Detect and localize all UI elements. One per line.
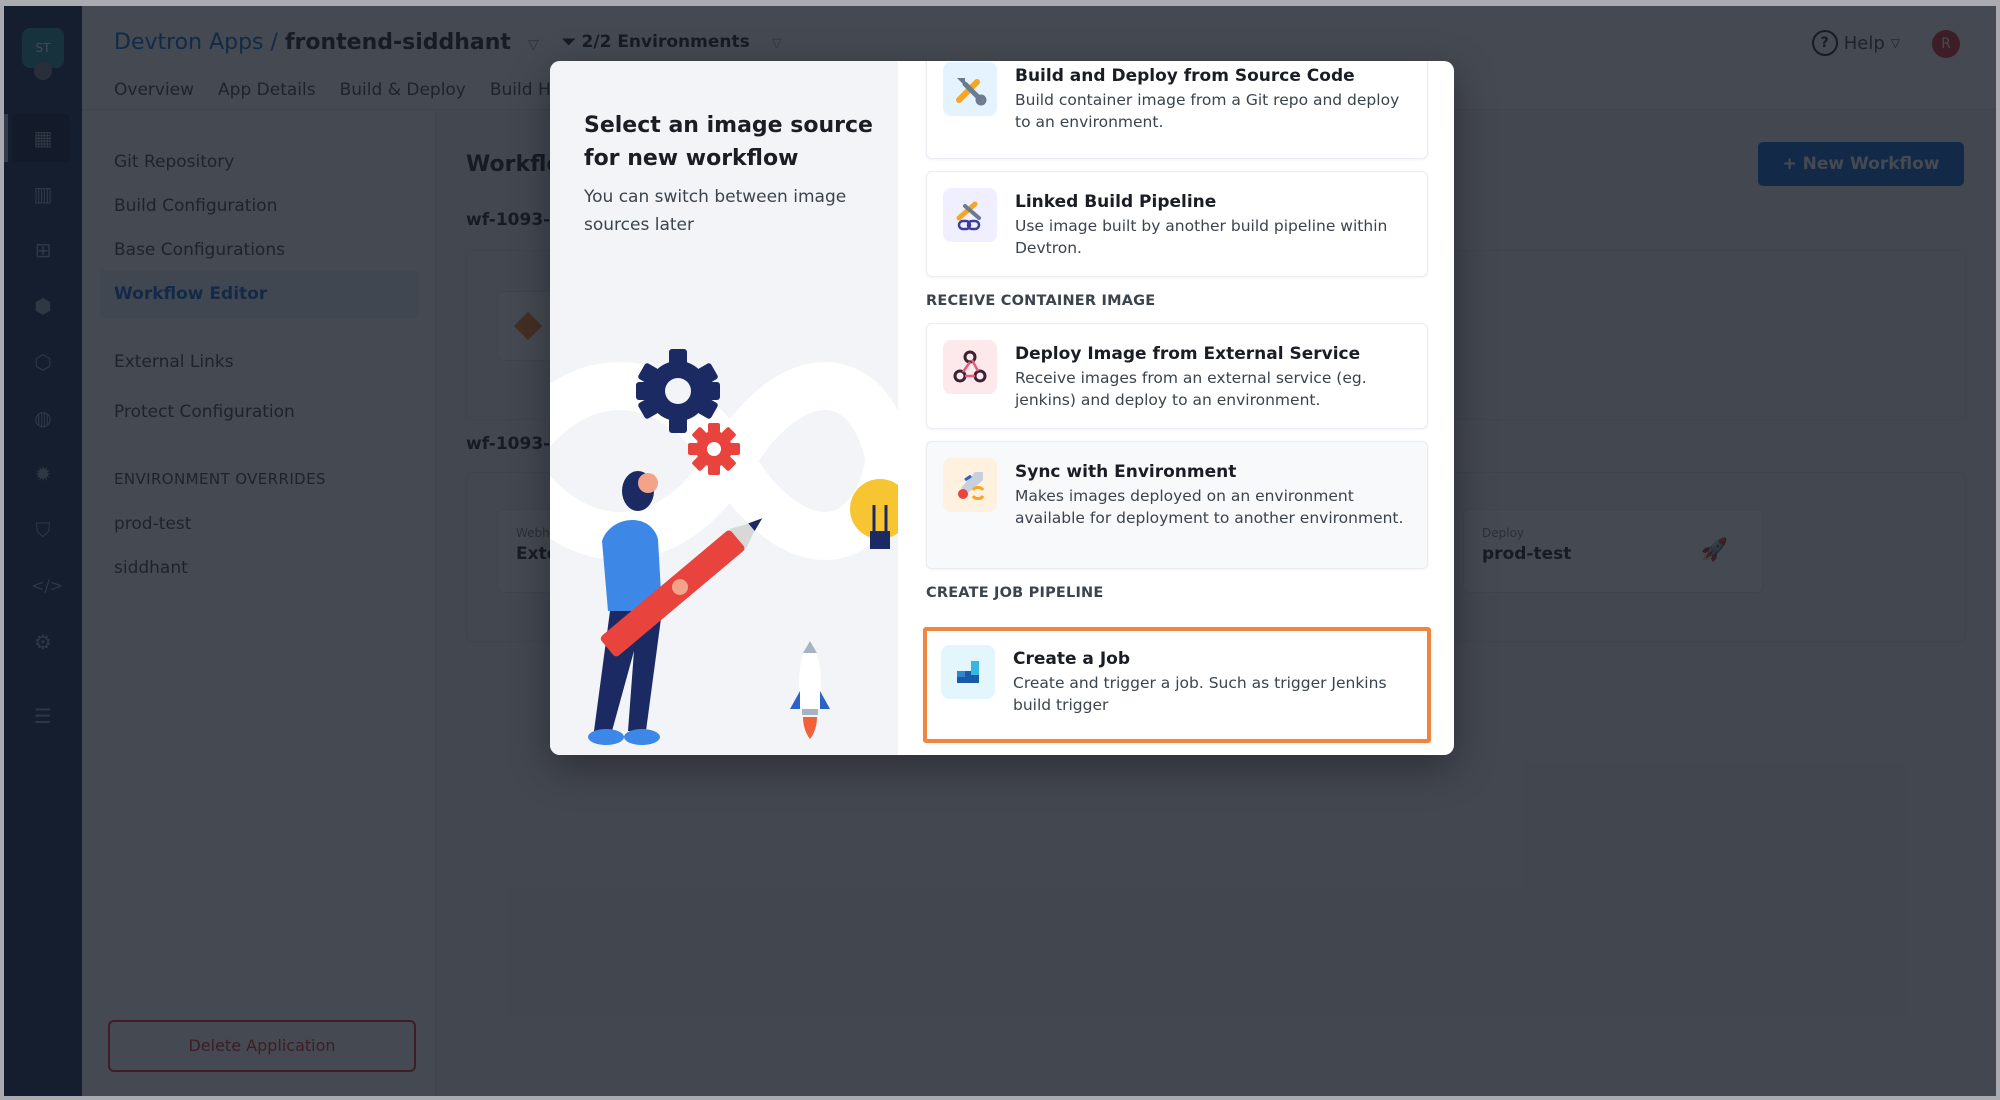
option-description: Makes images deployed on an environment … [1015,487,1404,527]
rocket-illustration [790,641,830,739]
option-description: Receive images from an external service … [1015,369,1367,409]
option-title: Linked Build Pipeline [1015,192,1217,212]
option-title: Build and Deploy from Source Code [1015,66,1355,86]
section-label-receive-container-image: RECEIVE CONTAINER IMAGE [926,293,1156,309]
gear-small-icon [688,423,740,475]
modal-title: Select an image source for new workflow [584,113,873,171]
workflow-illustration [550,349,898,745]
option-description: Use image built by another build pipelin… [1015,217,1388,257]
option-title: Sync with Environment [1015,462,1237,482]
section-label-create-job-pipeline: CREATE JOB PIPELINE [926,585,1104,601]
image-source-options: Build and Deploy from Source Code Build … [898,61,1454,755]
rocket-sync-icon [943,458,997,512]
app-window: ST ▦ ▥ ⊞ ⬢ ⬡ ◍ ✹ ⛉ </> ⚙ ☰ Devtron Apps … [4,6,1996,1096]
option-title: Create a Job [1013,649,1130,669]
webhook-icon [943,340,997,394]
image-source-modal: Select an image source for new workflow … [550,61,1454,755]
tools-icon [943,62,997,116]
modal-subtitle: You can switch between image sources lat… [584,187,847,235]
option-deploy-external-service[interactable]: Deploy Image from External Service Recei… [926,323,1428,429]
option-build-deploy-source[interactable]: Build and Deploy from Source Code Build … [926,61,1428,159]
modal-intro-panel: Select an image source for new workflow … [550,61,898,755]
option-sync-with-environment[interactable]: Sync with Environment Makes images deplo… [926,441,1428,569]
linked-tools-icon [943,188,997,242]
option-description: Create and trigger a job. Such as trigge… [1013,674,1387,714]
option-description: Build container image from a Git repo an… [1015,91,1400,131]
option-title: Deploy Image from External Service [1015,344,1361,364]
option-linked-build-pipeline[interactable]: Linked Build Pipeline Use image built by… [926,171,1428,277]
option-create-a-job[interactable]: Create a Job Create and trigger a job. S… [923,627,1431,743]
job-icon [941,645,995,699]
